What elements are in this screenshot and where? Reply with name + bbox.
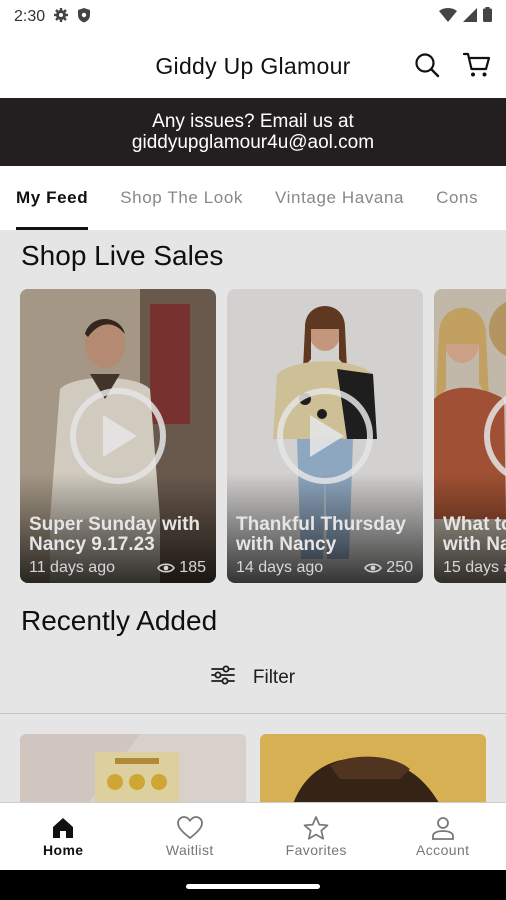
filter-label: Filter xyxy=(252,667,296,688)
gear-icon xyxy=(53,7,69,28)
home-gesture-handle[interactable] xyxy=(186,884,320,889)
banner-line-1: Any issues? Email us at xyxy=(152,111,354,132)
play-icon[interactable] xyxy=(277,388,373,484)
system-gesture-bar xyxy=(0,870,506,900)
live-sale-age: 14 days ago xyxy=(236,559,324,576)
filter-button[interactable]: Filter xyxy=(0,658,506,698)
app-title: Giddy Up Glamour xyxy=(155,52,351,79)
nav-favorites-label: Favorites xyxy=(285,841,347,858)
section-divider xyxy=(0,713,506,714)
filter-sliders-icon xyxy=(210,665,235,691)
wifi-icon xyxy=(439,7,457,27)
live-sale-age: 15 days ago xyxy=(443,559,506,576)
live-sale-meta: 11 days ago 185 xyxy=(29,559,206,577)
shop-live-sales-heading: Shop Live Sales xyxy=(21,240,224,271)
view-count-value: 185 xyxy=(179,559,206,576)
nav-favorites[interactable]: Favorites xyxy=(253,803,380,870)
header-actions xyxy=(412,50,492,80)
status-time: 2:30 xyxy=(14,8,46,25)
heart-icon xyxy=(176,815,203,839)
view-count-value: 250 xyxy=(386,559,413,576)
tab-my-feed[interactable]: My Feed xyxy=(0,166,104,230)
live-sale-title: What to Wednesday with Nancy xyxy=(443,514,506,555)
product-image xyxy=(260,734,486,802)
play-icon[interactable] xyxy=(70,388,166,484)
live-sale-card[interactable]: Thankful Thursday with Nancy 14 days ago… xyxy=(227,289,423,583)
live-sale-card[interactable]: Super Sunday with Nancy 9.17.23 11 days … xyxy=(20,289,216,583)
status-right xyxy=(439,7,492,27)
live-sale-meta: 15 days ago xyxy=(443,559,506,577)
status-bar: 2:30 xyxy=(0,0,506,34)
product-card[interactable] xyxy=(260,734,486,802)
tab-cons[interactable]: Cons xyxy=(420,166,494,230)
view-count: 185 xyxy=(157,559,206,577)
tab-shop-the-look[interactable]: Shop The Look xyxy=(104,166,259,230)
home-icon xyxy=(53,817,74,838)
view-count: 250 xyxy=(364,559,413,577)
signal-icon xyxy=(463,7,477,27)
feed-content[interactable]: Shop Live Sales Super Sunday with Nancy … xyxy=(0,230,506,802)
app-header: Giddy Up Glamour xyxy=(0,34,506,98)
tab-vintage-havana[interactable]: Vintage Havana xyxy=(259,166,420,230)
status-left: 2:30 xyxy=(14,7,91,28)
nav-home[interactable]: Home xyxy=(0,803,127,870)
live-sale-age: 11 days ago xyxy=(29,559,115,576)
live-sale-meta: 14 days ago 250 xyxy=(236,559,413,577)
product-image xyxy=(20,734,246,802)
nav-home-label: Home xyxy=(43,841,84,858)
battery-icon xyxy=(483,7,492,27)
nav-account[interactable]: Account xyxy=(380,803,506,870)
live-sale-card[interactable]: What to Wednesday with Nancy 15 days ago xyxy=(434,289,506,583)
eye-icon xyxy=(364,563,383,573)
shield-icon xyxy=(77,7,91,28)
bottom-nav: Home Waitlist Favorites Account xyxy=(0,802,506,870)
product-card[interactable] xyxy=(20,734,246,802)
recently-added-heading: Recently Added xyxy=(21,605,218,636)
nav-waitlist[interactable]: Waitlist xyxy=(127,803,254,870)
nav-account-label: Account xyxy=(416,841,470,858)
support-banner: Any issues? Email us at giddyupglamour4u… xyxy=(0,98,506,166)
eye-icon xyxy=(157,563,176,573)
banner-email[interactable]: giddyupglamour4u@aol.com xyxy=(0,132,506,153)
person-icon xyxy=(431,816,454,840)
category-tabs: My Feed Shop The Look Vintage Havana Con… xyxy=(0,166,506,230)
nav-waitlist-label: Waitlist xyxy=(165,841,214,858)
cart-icon[interactable] xyxy=(462,50,492,80)
search-icon[interactable] xyxy=(412,50,442,80)
live-sale-title: Thankful Thursday with Nancy xyxy=(236,514,406,555)
live-sale-title: Super Sunday with Nancy 9.17.23 xyxy=(29,514,201,555)
star-icon xyxy=(303,815,329,840)
